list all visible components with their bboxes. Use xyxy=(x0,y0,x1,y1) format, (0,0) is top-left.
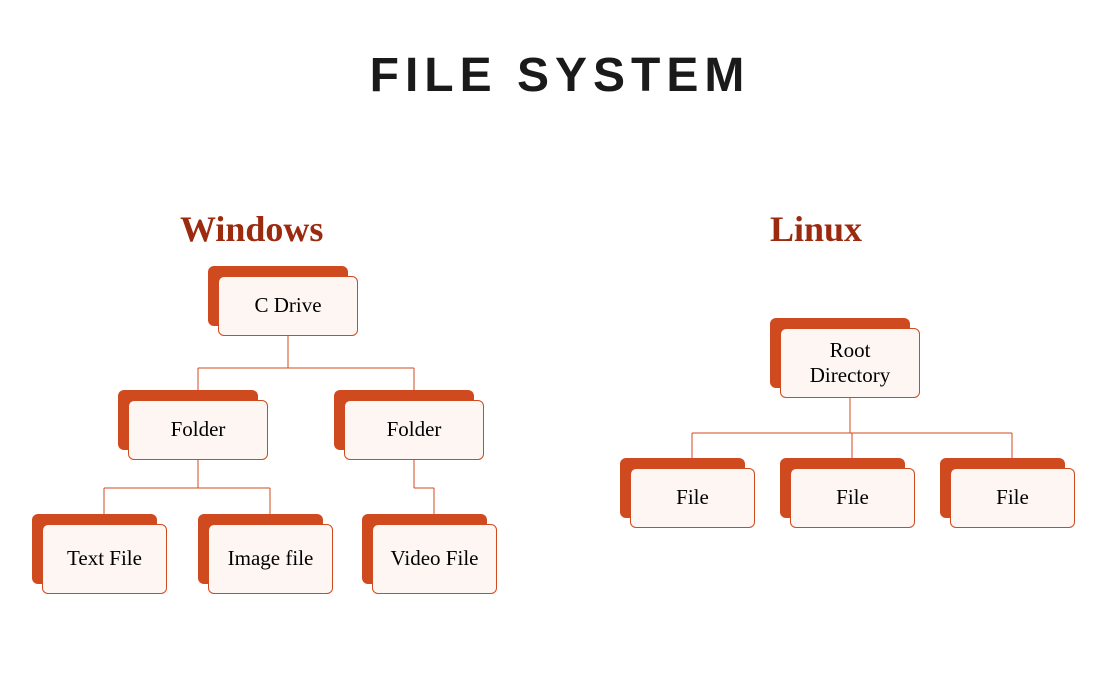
node-linux-file-3: File xyxy=(950,468,1075,528)
node-label: File xyxy=(790,468,915,528)
node-label: C Drive xyxy=(218,276,358,336)
node-label: Folder xyxy=(344,400,484,460)
node-root-directory: Root Directory xyxy=(780,328,920,398)
node-linux-file-1: File xyxy=(630,468,755,528)
connector-lines xyxy=(0,48,1120,700)
node-linux-file-2: File xyxy=(790,468,915,528)
node-label: File xyxy=(630,468,755,528)
node-label: Root Directory xyxy=(780,328,920,398)
node-label: Text File xyxy=(42,524,167,594)
node-folder-1: Folder xyxy=(128,400,268,460)
node-text-file: Text File xyxy=(42,524,167,594)
node-label: Video File xyxy=(372,524,497,594)
windows-heading: Windows xyxy=(180,208,323,250)
node-label: Folder xyxy=(128,400,268,460)
node-c-drive: C Drive xyxy=(218,276,358,336)
node-folder-2: Folder xyxy=(344,400,484,460)
page-title: FILE SYSTEM xyxy=(0,48,1120,103)
node-image-file: Image file xyxy=(208,524,333,594)
node-label: File xyxy=(950,468,1075,528)
node-label: Image file xyxy=(208,524,333,594)
linux-heading: Linux xyxy=(770,208,862,250)
node-video-file: Video File xyxy=(372,524,497,594)
